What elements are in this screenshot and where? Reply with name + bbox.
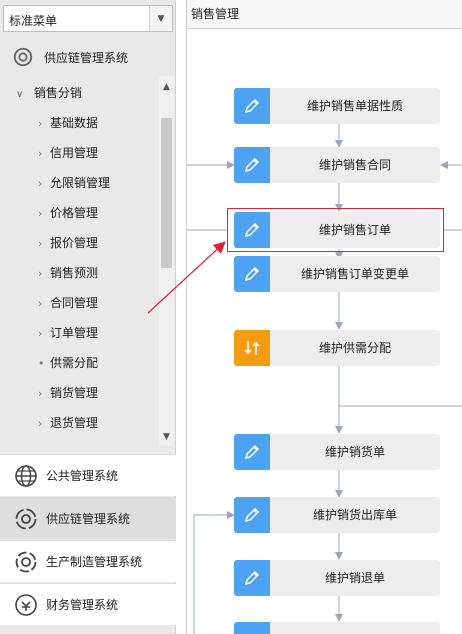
flow-node-order-change[interactable]: 维护销售订单变更单 [234,256,440,292]
flow-node-delivery-outbound[interactable]: 维护销货出库单 [234,497,440,533]
pencil-icon [234,497,270,533]
flow-node-sales-return[interactable]: 维护销退单 [234,560,440,596]
allocate-icon [234,330,270,366]
pencil-icon [234,560,270,596]
pencil-icon [234,434,270,470]
flow-node-label: 维护销售单据性质 [306,99,403,113]
highlight-box [227,208,444,252]
flow-node-label: 维护销售合同 [318,158,391,172]
pencil-icon [234,88,270,124]
flow-node-supply-allocation[interactable]: 维护供需分配 [234,330,440,366]
flow-node-sales-contract[interactable]: 维护销售合同 [234,147,440,183]
flow-node-label: 维护供需分配 [318,341,391,355]
flow-node-label: 维护销退单 [324,571,385,585]
pencil-icon [234,622,270,634]
pencil-icon [234,147,270,183]
flow-node-label: 维护销货单 [324,445,385,459]
pencil-icon [234,256,270,292]
flow-node-label: 维护销货出库单 [312,508,397,522]
flow-node-delivery[interactable]: 维护销货单 [234,434,440,470]
flow-node-sales-doc-type[interactable]: 维护销售单据性质 [234,88,440,124]
flow-node-label: 维护销售订单变更单 [300,267,409,281]
flow-node-partial [234,622,440,634]
